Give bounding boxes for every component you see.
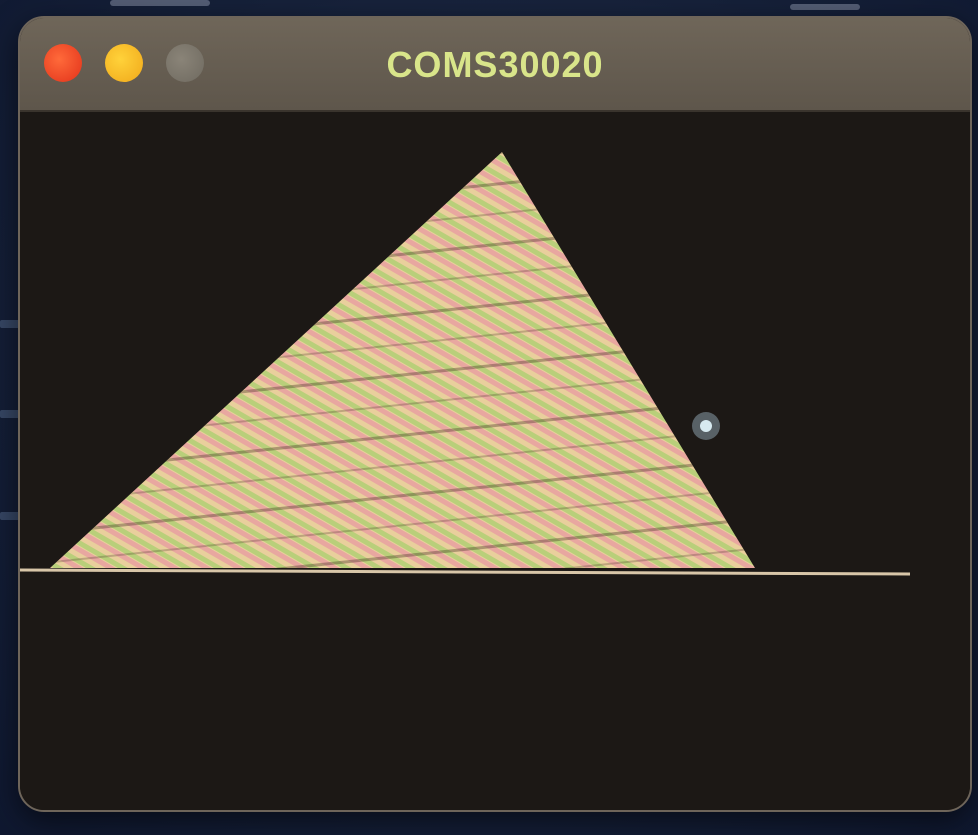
canvas-drawing	[20, 152, 911, 576]
textured-triangle	[50, 152, 755, 568]
wallpaper-glint	[790, 4, 860, 10]
horizontal-line	[20, 568, 911, 576]
wallpaper-glint	[110, 0, 210, 6]
app-window: COMS30020	[18, 16, 972, 812]
window-title: COMS30020	[386, 44, 604, 85]
title-bar[interactable]: COMS30020	[20, 18, 970, 112]
screen-glare-core	[700, 420, 712, 432]
render-canvas[interactable]	[20, 112, 970, 810]
